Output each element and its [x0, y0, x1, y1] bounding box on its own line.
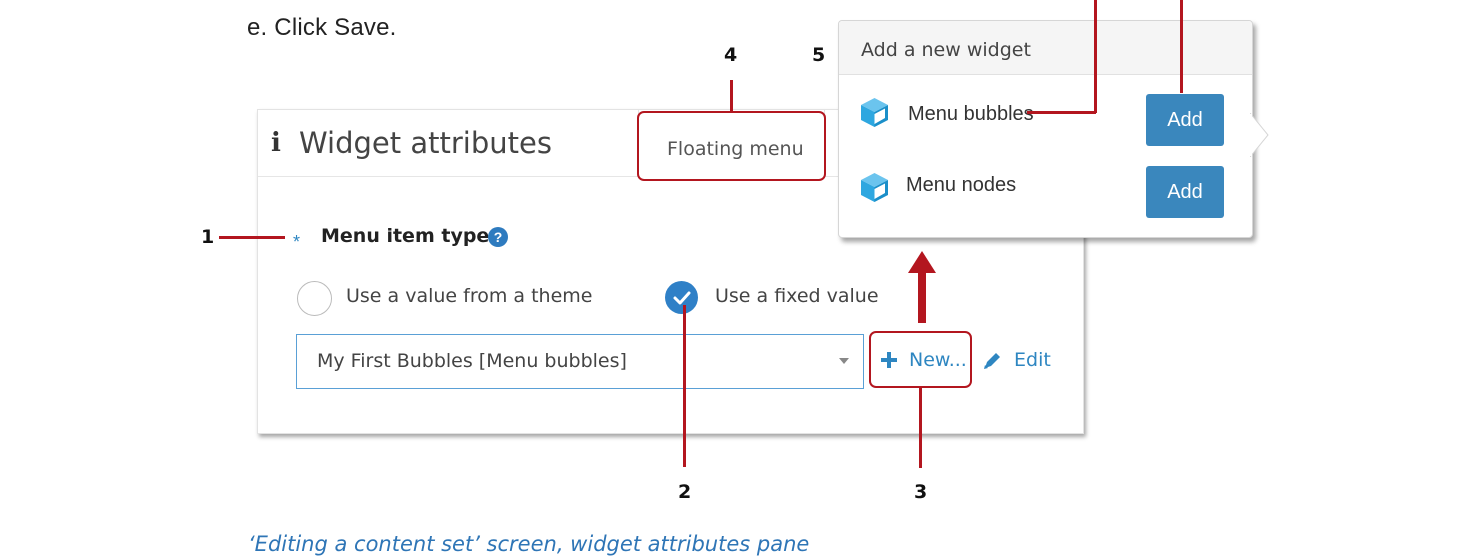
callout-line-3 — [919, 388, 922, 468]
figure-caption: ‘Editing a content set’ screen, widget a… — [248, 532, 810, 556]
menu-select[interactable]: My First Bubbles [Menu bubbles] — [296, 334, 864, 389]
arrow-up-icon — [908, 251, 936, 323]
callout-line-1 — [219, 236, 285, 239]
widget-option-menu-bubbles: Menu bubbles — [908, 103, 1034, 125]
popup-pointer — [1250, 113, 1269, 157]
callout-line-5-horizontal — [1027, 111, 1096, 114]
callout-box-new — [869, 331, 972, 388]
checkmark-icon — [673, 291, 691, 305]
callout-line-2 — [683, 305, 686, 467]
callout-number-4: 4 — [724, 44, 738, 66]
add-menu-nodes-button[interactable]: Add — [1146, 166, 1224, 218]
radio-fixed-value[interactable] — [665, 281, 698, 314]
callout-number-2: 2 — [678, 481, 692, 503]
widget-option-menu-nodes: Menu nodes — [906, 174, 1017, 196]
pencil-icon — [984, 353, 1000, 369]
add-widget-popup: Add a new widget Menu bubbles Add Menu n… — [838, 20, 1253, 238]
instruction-text: e. Click Save. — [247, 14, 397, 41]
radio-theme-value-label: Use a value from a theme — [346, 285, 593, 307]
edit-link-label: Edit — [1014, 349, 1051, 371]
cube-icon — [861, 173, 888, 202]
callout-line-5-vertical — [1094, 0, 1097, 113]
radio-fixed-value-label: Use a fixed value — [715, 285, 879, 307]
add-menu-bubbles-button[interactable]: Add — [1146, 94, 1224, 146]
callout-number-3: 3 — [914, 481, 928, 503]
popup-header: Add a new widget — [839, 21, 1252, 75]
menu-item-type-label: Menu item type — [321, 225, 490, 247]
cube-icon — [861, 98, 888, 127]
info-icon: i — [271, 128, 281, 158]
callout-line-4 — [730, 80, 733, 111]
required-marker: * — [293, 232, 301, 252]
menu-select-value: My First Bubbles [Menu bubbles] — [317, 350, 627, 372]
callout-number-5: 5 — [812, 44, 826, 66]
panel-title: Widget attributes — [299, 126, 552, 160]
callout-box-floating-menu — [637, 111, 826, 181]
help-icon[interactable]: ? — [488, 227, 508, 247]
callout-line-add — [1180, 0, 1183, 93]
chevron-down-icon — [839, 358, 849, 364]
radio-theme-value[interactable] — [297, 281, 332, 316]
callout-number-1: 1 — [201, 226, 215, 248]
popup-title: Add a new widget — [861, 39, 1031, 61]
